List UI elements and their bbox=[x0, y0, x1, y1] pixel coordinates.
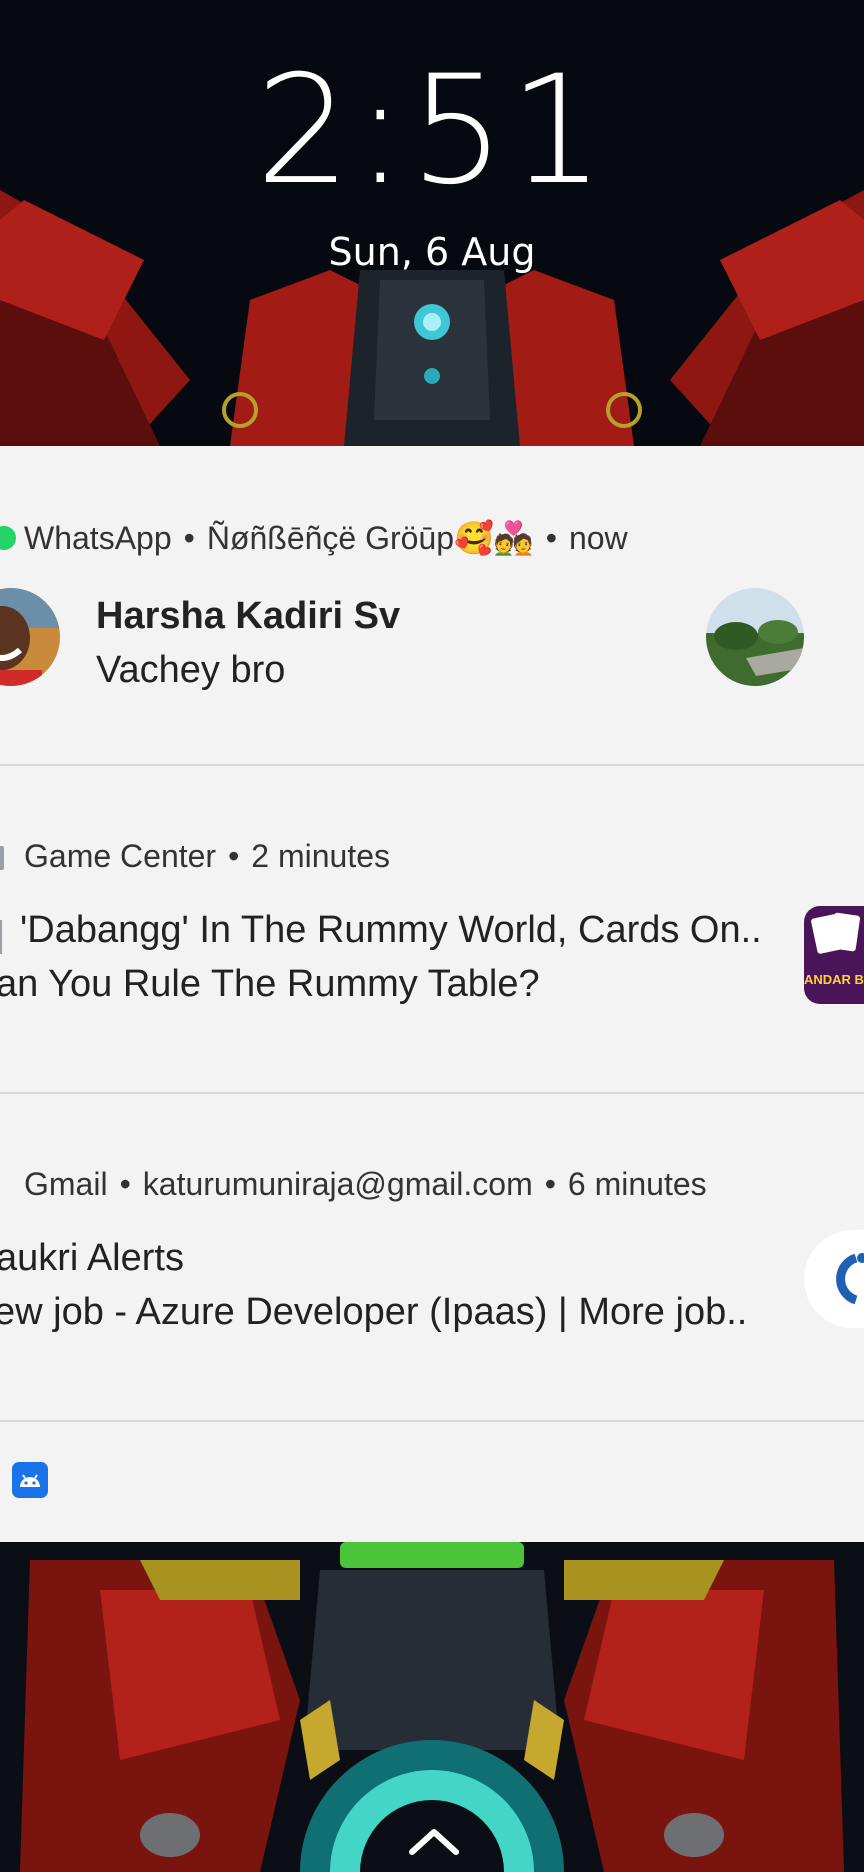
game-center-notification[interactable]: Game Center • 2 minutes 'Dabangg' In The R… bbox=[0, 766, 864, 1092]
group-photo-thumbnail bbox=[706, 588, 804, 686]
separator-dot: • bbox=[545, 520, 557, 556]
sender-avatar bbox=[0, 588, 60, 686]
separator-dot: • bbox=[183, 520, 195, 556]
email-account: katurumuniraja@gmail.com bbox=[142, 1166, 533, 1202]
app-name: WhatsApp bbox=[24, 520, 172, 556]
promo-icon bbox=[0, 920, 2, 954]
swipe-up-chevron-icon[interactable] bbox=[406, 1820, 462, 1860]
gmail-notification[interactable]: Gmail • katurumuniraja@gmail.com • 6 minutes… bbox=[0, 1094, 864, 1420]
rummy-game-thumbnail: ANDAR BAHAR KING bbox=[804, 906, 864, 1004]
promo-title: 'Dabangg' In The Rummy World, Cards On.. bbox=[20, 909, 762, 951]
email-sender: aukri Alerts bbox=[0, 1237, 184, 1279]
notification-header: Gmail • katurumuniraja@gmail.com • 6 minutes bbox=[24, 1164, 707, 1204]
sender-logo-thumbnail bbox=[804, 1230, 864, 1328]
notification-shade: WhatsApp • Ñøñßēñçë Gröūp🥰💑 • now Harsha Kad… bbox=[0, 446, 864, 1542]
lockscreen-clock: 2:51 bbox=[255, 44, 609, 218]
promo-text: an You Rule The Rummy Table? bbox=[0, 963, 540, 1005]
message-text: Vachey bro bbox=[96, 649, 286, 691]
lockscreen-date: Sun, 6 Aug bbox=[328, 230, 536, 274]
group-name: Ñøñßēñçë Gröūp🥰💑 bbox=[206, 520, 534, 556]
gmail-icon bbox=[0, 1170, 4, 1198]
whatsapp-notification[interactable]: WhatsApp • Ñøñßēñçë Gröūp🥰💑 • now Harsha Kad… bbox=[0, 446, 864, 764]
android-robot-icon[interactable] bbox=[12, 1462, 48, 1498]
notification-time: 6 minutes bbox=[567, 1166, 707, 1202]
separator-dot: • bbox=[119, 1166, 131, 1202]
sender-name: Harsha Kadiri Sv bbox=[96, 595, 401, 637]
thumbnail-label: ANDAR BAHAR KING bbox=[804, 972, 864, 987]
notification-time: now bbox=[568, 520, 628, 556]
game-center-icon bbox=[0, 846, 4, 870]
notification-header: WhatsApp • Ñøñßēñçë Gröūp🥰💑 • now bbox=[24, 518, 628, 558]
email-subject: ew job - Azure Developer (Ipaas) | More … bbox=[0, 1291, 748, 1333]
app-name: Gmail bbox=[24, 1166, 108, 1202]
separator-dot: • bbox=[544, 1166, 556, 1202]
divider bbox=[0, 1420, 864, 1422]
whatsapp-icon bbox=[0, 526, 16, 550]
app-name: Game Center bbox=[24, 838, 217, 874]
separator-dot: • bbox=[228, 838, 240, 874]
notification-time: 2 minutes bbox=[251, 838, 391, 874]
notification-header: Game Center • 2 minutes bbox=[24, 836, 390, 876]
